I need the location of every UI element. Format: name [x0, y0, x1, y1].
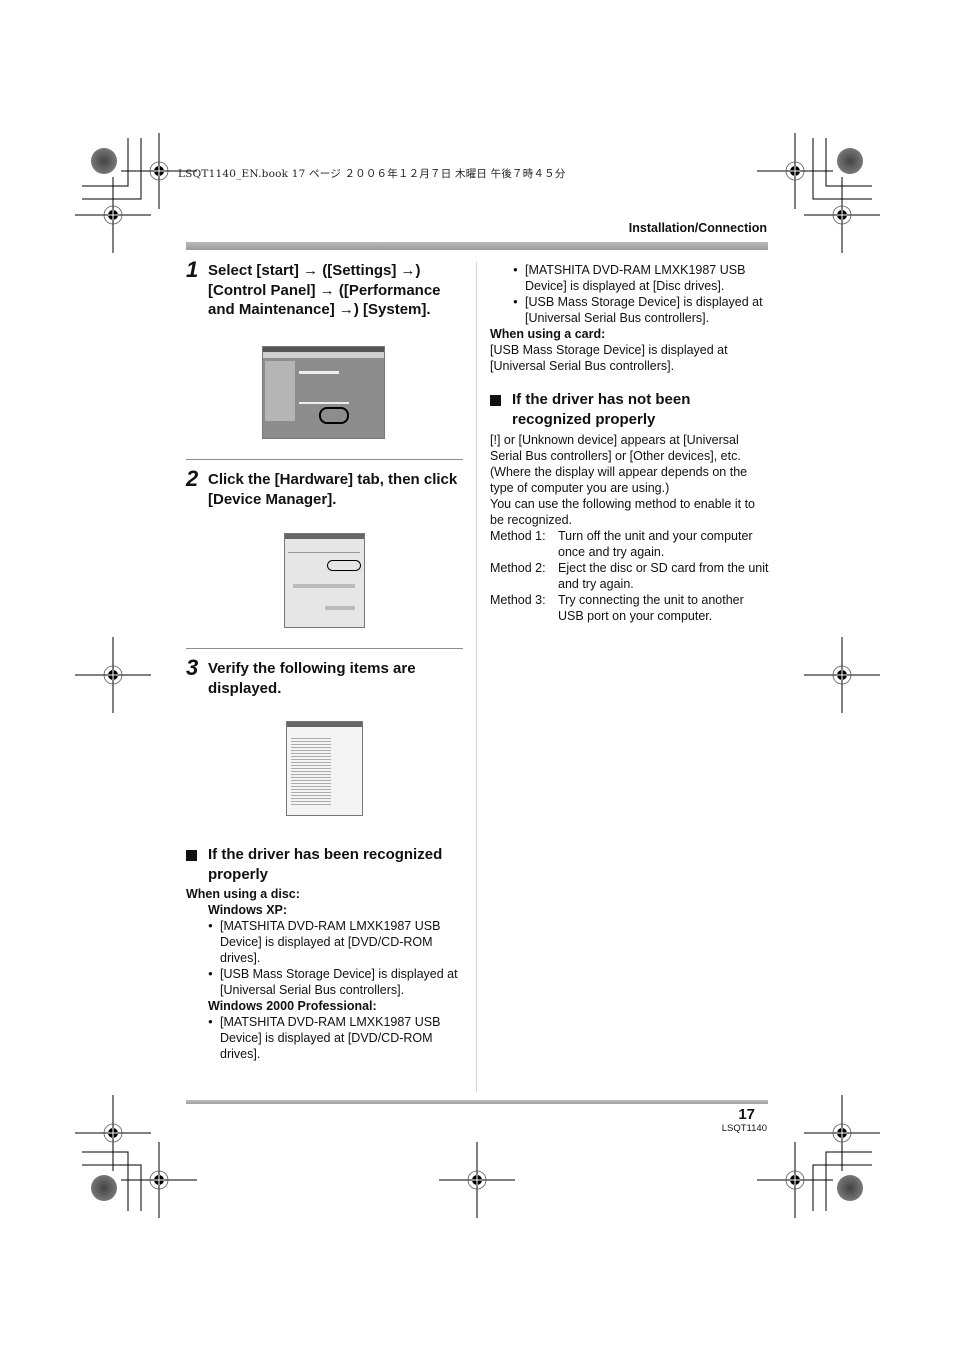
step-separator [186, 648, 463, 649]
square-bullet-icon [186, 850, 197, 861]
color-target-icon [91, 1175, 117, 1201]
registration-target-icon [438, 1141, 516, 1219]
registration-target-icon [74, 176, 152, 254]
printer-crop-marks [74, 132, 881, 1219]
registration-target-icon [756, 132, 834, 210]
step-3: 3 Verify the following items are display… [186, 655, 466, 698]
color-target-icon [91, 148, 117, 174]
registration-target-icon [74, 1094, 152, 1172]
footer-rule [186, 1100, 768, 1104]
step-number: 3 [186, 655, 199, 680]
list-item: [MATSHITA DVD-RAM LMXK1987 USB Device] i… [513, 262, 771, 294]
paragraph: [!] or [Unknown device] appears at [Univ… [490, 433, 748, 495]
step-1: 1 Select [start] → ([Settings] →) [Contr… [186, 257, 466, 320]
disc-label: When using a disc: [186, 887, 300, 901]
card-text: [USB Mass Storage Device] is displayed a… [490, 343, 728, 373]
recognized-content: When using a disc: Windows XP: [MATSHITA… [186, 886, 466, 1062]
not-recognized-content: [!] or [Unknown device] appears at [Univ… [490, 432, 770, 624]
registration-target-icon [803, 1094, 881, 1172]
right-bullets: [MATSHITA DVD-RAM LMXK1987 USB Device] i… [513, 262, 771, 326]
registration-target-icon [803, 636, 881, 714]
card-section: When using a card: [USB Mass Storage Dev… [490, 326, 770, 374]
step-text: Click the [Hardware] tab, then click [De… [208, 471, 458, 508]
color-target-icon [837, 148, 863, 174]
screenshot-control-panel [262, 346, 385, 439]
section-heading-recognized: If the driver has been recognized proper… [186, 845, 466, 884]
method-3: Method 3: Try connecting the unit to ano… [490, 593, 744, 623]
screenshot-system-properties [284, 533, 365, 628]
list-item: [MATSHITA DVD-RAM LMXK1987 USB Device] i… [208, 918, 466, 966]
step-text: Verify the following items are displayed… [208, 660, 416, 697]
step-number: 1 [186, 257, 199, 282]
section-heading-not-recognized: If the driver has not been recognized pr… [490, 390, 770, 429]
step-separator [186, 459, 463, 460]
header-rule [186, 242, 768, 250]
color-target-icon [837, 1175, 863, 1201]
step-2: 2 Click the [Hardware] tab, then click [… [186, 466, 466, 509]
square-bullet-icon [490, 395, 501, 406]
section-label: Installation/Connection [628, 221, 767, 235]
list-item: [USB Mass Storage Device] is displayed a… [513, 294, 771, 326]
page-number: 17 [738, 1106, 755, 1123]
column-divider [476, 262, 477, 1092]
registration-target-icon [756, 1141, 834, 1219]
list-item: [MATSHITA DVD-RAM LMXK1987 USB Device] i… [208, 1014, 466, 1062]
page-code: LSQT1140 [721, 1123, 767, 1134]
windows-xp-label: Windows XP: [208, 903, 288, 917]
step-number: 2 [186, 466, 199, 491]
method-1: Method 1: Turn off the unit and your com… [490, 529, 753, 559]
registration-target-icon [803, 176, 881, 254]
book-info-line: LSQT1140_EN.book 17 ページ ２００６年１２月７日 木曜日 午… [178, 168, 566, 180]
screenshot-device-manager [286, 721, 363, 816]
registration-target-icon [120, 1141, 198, 1219]
step-text: Select [start] → ([Settings] →) [Control… [208, 262, 441, 318]
list-item: [USB Mass Storage Device] is displayed a… [208, 966, 466, 998]
card-label: When using a card: [490, 327, 606, 341]
registration-target-icon [74, 636, 152, 714]
paragraph: You can use the following method to enab… [490, 497, 756, 527]
method-2: Method 2: Eject the disc or SD card from… [490, 561, 769, 591]
windows-2000-label: Windows 2000 Professional: [208, 999, 377, 1013]
